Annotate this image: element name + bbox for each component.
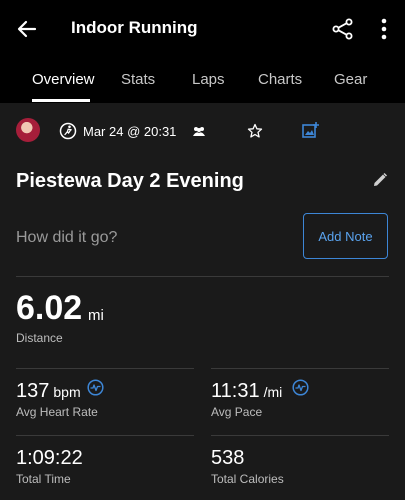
activity-name: Piestewa Day 2 Evening: [16, 170, 244, 192]
total-calories-value: 538: [211, 447, 245, 469]
heart-rate-chart-icon[interactable]: [87, 379, 104, 396]
distance-value: 6.02: [16, 289, 83, 327]
avg-heart-rate-label: Avg Heart Rate: [16, 405, 98, 419]
activity-meta-row: Mar 24 @ 20:31: [0, 112, 405, 152]
avatar[interactable]: [16, 118, 40, 142]
tab-charts[interactable]: Charts: [258, 71, 302, 88]
distance-unit: mi: [88, 307, 104, 324]
share-button[interactable]: [328, 14, 358, 44]
divider: [211, 368, 389, 369]
tab-gear[interactable]: Gear: [334, 71, 367, 88]
divider: [211, 435, 389, 436]
add-note-button[interactable]: Add Note: [303, 213, 388, 259]
app-bar: Indoor Running: [0, 0, 405, 58]
divider: [16, 276, 389, 277]
total-calories-label: Total Calories: [211, 472, 284, 486]
page-title: Indoor Running: [71, 18, 198, 37]
avg-pace-label: Avg Pace: [211, 405, 263, 419]
pace-chart-icon[interactable]: [292, 379, 309, 396]
tab-overview[interactable]: Overview: [32, 71, 95, 88]
star-icon[interactable]: [246, 122, 263, 139]
divider: [16, 435, 194, 436]
pace-unit: /mi: [263, 384, 283, 400]
heart-rate-number: 137: [16, 380, 50, 402]
tab-stats[interactable]: Stats: [121, 71, 155, 88]
activity-date: Mar 24 @ 20:31: [83, 124, 177, 139]
app-header: Indoor Running Overview Stats Laps Chart…: [0, 0, 405, 103]
add-photo-icon[interactable]: [301, 121, 319, 139]
feedback-prompt: How did it go?: [16, 229, 118, 246]
heart-rate-unit: bpm: [53, 384, 81, 400]
pencil-icon: [374, 172, 388, 186]
total-time-value: 1:09:22: [16, 447, 83, 469]
group-icon[interactable]: [191, 124, 207, 138]
back-button[interactable]: [12, 14, 42, 44]
share-icon: [332, 18, 353, 40]
divider: [16, 368, 194, 369]
total-time-label: Total Time: [16, 472, 71, 486]
more-vertical-icon: [381, 18, 387, 40]
distance-label: Distance: [16, 331, 63, 345]
more-options-button[interactable]: [372, 14, 396, 44]
running-activity-icon: [59, 122, 77, 140]
arrow-left-icon: [17, 20, 37, 38]
active-tab-indicator: [32, 99, 90, 102]
pace-number: 11:31: [211, 380, 260, 402]
tab-laps[interactable]: Laps: [192, 71, 225, 88]
edit-name-button[interactable]: [372, 172, 390, 190]
avg-heart-rate-value: 137 bpm: [16, 380, 81, 403]
avg-pace-value: 11:31/mi: [211, 380, 282, 403]
tab-bar: Overview Stats Laps Charts Gear: [0, 58, 405, 103]
